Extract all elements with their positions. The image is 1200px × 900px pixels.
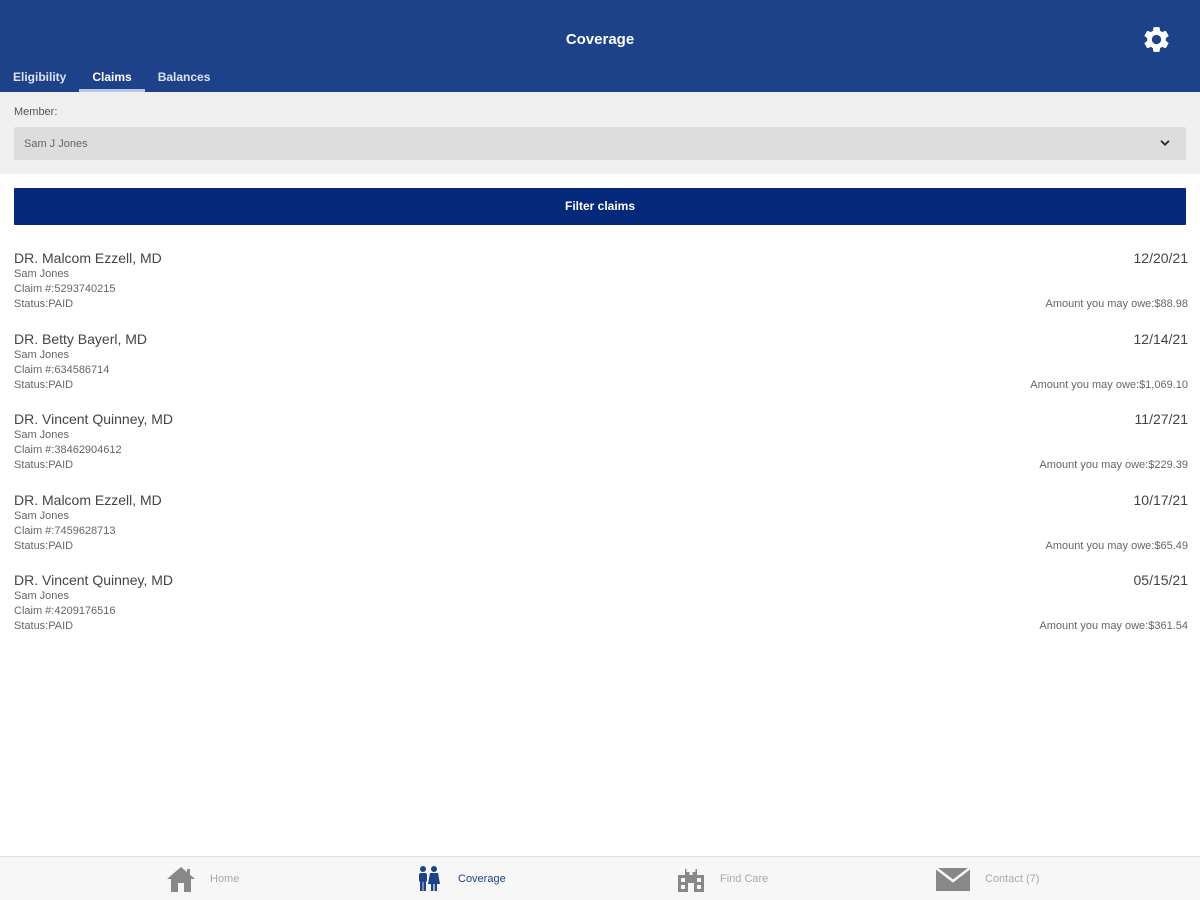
chevron-down-icon	[1160, 140, 1170, 146]
nav-find-care[interactable]: Find Care	[676, 857, 768, 900]
claim-member: Sam Jones	[14, 429, 70, 441]
claim-item[interactable]: DR. Vincent Quinney, MD Sam Jones Claim …	[0, 572, 1200, 653]
member-label: Member:	[14, 106, 58, 118]
claim-provider: DR. Malcom Ezzell, MD	[14, 250, 162, 266]
nav-label: Coverage	[458, 873, 506, 885]
claim-status: Status:PAID	[14, 459, 74, 471]
claim-amount-owed: Amount you may owe:$65.49	[1045, 539, 1188, 552]
hospital-icon	[678, 866, 704, 892]
claim-status: Status:PAID	[14, 539, 74, 552]
claim-provider: DR. Betty Bayerl, MD	[14, 330, 148, 347]
claims-list: DR. Malcom Ezzell, MD Sam Jones Claim #:…	[0, 250, 1200, 653]
claim-date: 11/27/21	[1134, 411, 1188, 427]
claim-member: Sam Jones	[14, 348, 70, 361]
claim-provider: DR. Vincent Quinney, MD	[14, 411, 173, 427]
claim-status: Status:PAID	[14, 298, 74, 310]
claim-number: Claim #:38462904612	[14, 444, 122, 456]
mail-icon	[935, 867, 971, 891]
nav-label: Home	[210, 873, 240, 885]
tab-balances[interactable]: Balances	[145, 66, 224, 92]
claim-member: Sam Jones	[14, 268, 70, 280]
tab-label: Balances	[157, 70, 211, 84]
nav-contact[interactable]: Contact (7)	[935, 857, 1039, 900]
claim-status: Status:PAID	[14, 620, 74, 632]
claim-item[interactable]: DR. Malcom Ezzell, MD Sam Jones Claim #:…	[0, 250, 1200, 331]
claim-date: 05/15/21	[1133, 572, 1189, 588]
gear-icon[interactable]	[1141, 24, 1172, 55]
tab-label: Claims	[92, 70, 132, 84]
claim-provider: DR. Vincent Quinney, MD	[14, 572, 173, 588]
page-title: Coverage	[565, 31, 635, 48]
nav-label: Contact (7)	[985, 873, 1040, 885]
claim-date: 10/17/21	[1133, 491, 1189, 508]
claim-amount-owed: Amount you may owe:$229.39	[1039, 459, 1188, 471]
tab-bar: Eligibility Claims Balances	[0, 66, 223, 92]
tab-claims[interactable]: Claims	[79, 66, 146, 92]
tab-eligibility[interactable]: Eligibility	[0, 66, 79, 92]
claim-amount-owed: Amount you may owe:$88.98	[1045, 298, 1188, 310]
member-filter-section: Member: Sam J Jones	[0, 92, 1200, 174]
claim-provider: DR. Malcom Ezzell, MD	[14, 491, 162, 508]
nav-label: Find Care	[720, 873, 769, 885]
claim-date: 12/14/21	[1133, 330, 1189, 347]
claim-item[interactable]: DR. Betty Bayerl, MD Sam Jones Claim #:6…	[0, 331, 1200, 412]
claim-item[interactable]: DR. Malcom Ezzell, MD Sam Jones Claim #:…	[0, 492, 1200, 573]
claim-number: Claim #:634586714	[14, 363, 110, 376]
claim-item[interactable]: DR. Vincent Quinney, MD Sam Jones Claim …	[0, 411, 1200, 492]
tab-label: Eligibility	[13, 70, 67, 84]
claim-number: Claim #:7459628713	[14, 524, 116, 537]
claim-date: 12/20/21	[1133, 250, 1189, 266]
home-icon	[167, 867, 195, 892]
claim-number: Claim #:5293740215	[14, 283, 116, 295]
claim-amount-owed: Amount you may owe:$361.54	[1039, 620, 1188, 632]
nav-home[interactable]: Home	[166, 857, 239, 900]
claim-member: Sam Jones	[14, 509, 70, 522]
bottom-nav: Home Coverage Find Care Contact (7)	[0, 856, 1200, 900]
member-select[interactable]: Sam J Jones	[14, 127, 1186, 160]
app-header: Coverage Eligibility Claims Balances	[0, 0, 1200, 92]
claim-status: Status:PAID	[14, 378, 74, 391]
member-select-value: Sam J Jones	[24, 138, 88, 150]
claim-amount-owed: Amount you may owe:$1,069.10	[1030, 378, 1188, 391]
claim-number: Claim #:4209176516	[14, 605, 116, 617]
claim-member: Sam Jones	[14, 590, 70, 602]
filter-claims-button[interactable]: Filter claims	[14, 188, 1186, 225]
nav-coverage[interactable]: Coverage	[414, 857, 506, 900]
people-icon	[419, 866, 440, 891]
